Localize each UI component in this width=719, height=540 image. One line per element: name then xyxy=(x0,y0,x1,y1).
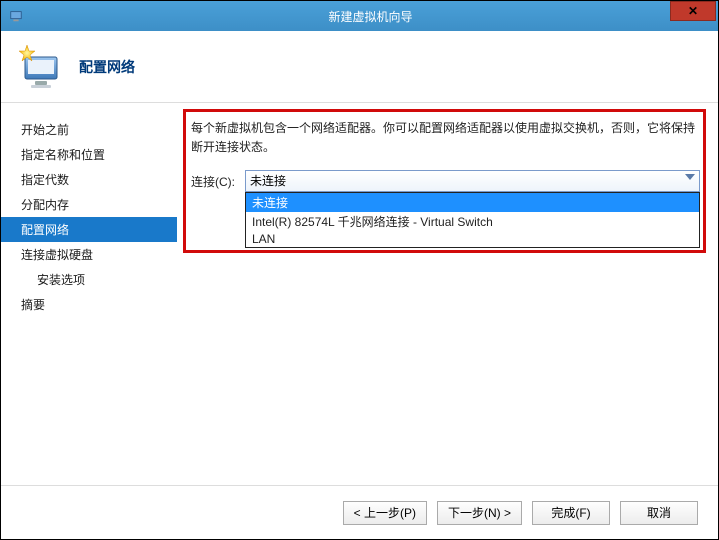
description-text: 每个新虚拟机包含一个网络适配器。你可以配置网络适配器以使用虚拟交换机，否则，它将… xyxy=(191,119,700,156)
connection-select[interactable]: 未连接 xyxy=(245,170,700,192)
option-intel-switch[interactable]: Intel(R) 82574L 千兆网络连接 - Virtual Switch xyxy=(246,212,699,231)
sidebar-item-before-start[interactable]: 开始之前 xyxy=(1,117,177,142)
prev-button[interactable]: < 上一步(P) xyxy=(343,501,427,525)
sidebar-item-name-location[interactable]: 指定名称和位置 xyxy=(1,142,177,167)
main-panel: 每个新虚拟机包含一个网络适配器。你可以配置网络适配器以使用虚拟交换机，否则，它将… xyxy=(177,103,718,483)
connection-row: 连接(C): 未连接 未连接 Intel(R) 82574L 千兆网络连接 - … xyxy=(191,170,700,192)
sidebar-item-network[interactable]: 配置网络 xyxy=(1,217,177,242)
titlebar: 新建虚拟机向导 ✕ xyxy=(1,1,718,31)
sidebar: 开始之前 指定名称和位置 指定代数 分配内存 配置网络 连接虚拟硬盘 安装选项 … xyxy=(1,103,177,483)
wizard-body: 开始之前 指定名称和位置 指定代数 分配内存 配置网络 连接虚拟硬盘 安装选项 … xyxy=(1,103,718,483)
connection-label: 连接(C): xyxy=(191,173,239,190)
sidebar-item-memory[interactable]: 分配内存 xyxy=(1,192,177,217)
wizard-header: 配置网络 xyxy=(1,31,718,103)
finish-button[interactable]: 完成(F) xyxy=(532,501,610,525)
sidebar-item-install-options[interactable]: 安装选项 xyxy=(1,267,177,292)
sidebar-item-vhd[interactable]: 连接虚拟硬盘 xyxy=(1,242,177,267)
option-not-connected[interactable]: 未连接 xyxy=(246,193,699,212)
app-icon xyxy=(9,9,23,23)
sidebar-item-summary[interactable]: 摘要 xyxy=(1,292,177,317)
connection-select-value: 未连接 xyxy=(250,174,286,188)
option-lan[interactable]: LAN xyxy=(246,231,699,247)
sidebar-item-generation[interactable]: 指定代数 xyxy=(1,167,177,192)
close-icon: ✕ xyxy=(688,4,698,18)
window-title: 新建虚拟机向导 xyxy=(23,8,718,25)
close-button[interactable]: ✕ xyxy=(670,1,716,21)
wizard-footer: < 上一步(P) 下一步(N) > 完成(F) 取消 xyxy=(1,485,718,539)
next-button[interactable]: 下一步(N) > xyxy=(437,501,522,525)
connection-select-wrap: 未连接 未连接 Intel(R) 82574L 千兆网络连接 - Virtual… xyxy=(245,170,700,192)
wizard-icon xyxy=(17,43,65,91)
cancel-button[interactable]: 取消 xyxy=(620,501,698,525)
connection-dropdown: 未连接 Intel(R) 82574L 千兆网络连接 - Virtual Swi… xyxy=(245,192,700,248)
page-title: 配置网络 xyxy=(79,57,135,77)
